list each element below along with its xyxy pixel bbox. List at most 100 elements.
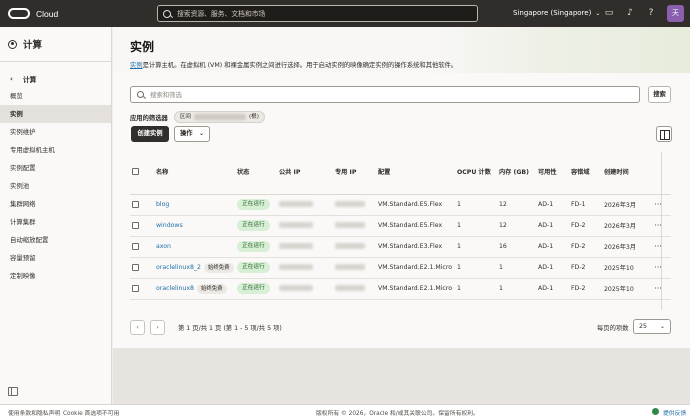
column-header-public-ip[interactable]: 公共 IP: [277, 152, 333, 195]
column-header-actions: [645, 152, 671, 195]
redacted-private-ip: [335, 264, 365, 270]
global-search-input[interactable]: [177, 9, 457, 18]
created-cell: 2026年3月: [602, 215, 645, 237]
sidebar: 计算 ‹ 计算 概览 实例 实例维护 专用虚拟机主机 实例配置 实例池 集群网络…: [0, 27, 112, 404]
select-all-cell: [130, 152, 154, 195]
page-title: 实例: [130, 40, 155, 54]
table-row: blog 正在运行 VM.Standard.E5.Flex 1 12 AD-1 …: [130, 194, 671, 216]
sidebar-item-instance-configurations[interactable]: 实例配置: [0, 159, 111, 177]
redacted-public-ip: [279, 243, 313, 249]
next-page-button[interactable]: ›: [150, 319, 165, 335]
memory-cell: 16: [497, 236, 536, 258]
create-instance-button[interactable]: 创建实例: [131, 126, 169, 142]
divider: [661, 152, 662, 310]
row-checkbox[interactable]: [132, 284, 139, 292]
fault-domain-cell: FD-2: [569, 278, 602, 300]
sidebar-item-custom-images[interactable]: 定制映像: [0, 267, 111, 285]
status-badge: 正在运行: [237, 220, 270, 231]
table-row: axon 正在运行 VM.Standard.E3.Flex 1 16 AD-1 …: [130, 236, 671, 258]
select-all-checkbox[interactable]: [132, 168, 139, 176]
search-filter-input[interactable]: [150, 90, 630, 99]
created-cell: 2026年3月: [602, 194, 645, 216]
instance-name-link[interactable]: axon: [156, 243, 171, 250]
ocpu-cell: 1: [455, 236, 497, 258]
instances-table: 名称 状态 公共 IP 专用 IP 配置 OCPU 计数 内存 (GB) 可用性…: [130, 152, 671, 310]
avatar[interactable]: 天: [667, 5, 684, 22]
column-header-availability[interactable]: 可用性: [536, 152, 569, 195]
sidebar-item-autoscaling[interactable]: 自动缩放配置: [0, 231, 111, 249]
actions-menu-button[interactable]: 操作 ⌄: [174, 126, 210, 142]
sidebar-back-link[interactable]: ‹ 计算: [0, 62, 111, 87]
always-free-tag: 始终免费: [203, 262, 234, 273]
row-actions-icon[interactable]: ···: [645, 257, 671, 279]
redacted-private-ip: [335, 201, 365, 207]
row-actions-icon[interactable]: ···: [645, 236, 671, 258]
row-checkbox[interactable]: [132, 263, 139, 271]
notifications-icon[interactable]: ♪: [624, 7, 636, 19]
brand-name[interactable]: Cloud: [36, 9, 58, 19]
sidebar-item-compute-clusters[interactable]: 计算集群: [0, 213, 111, 231]
terms-link[interactable]: 使用条款和隐私声明: [8, 408, 60, 417]
column-header-memory[interactable]: 内存 (GB): [497, 152, 536, 195]
availability-cell: AD-1: [536, 236, 569, 258]
instance-name-link[interactable]: windows: [156, 222, 183, 229]
created-cell: 2026年3月: [602, 236, 645, 258]
column-header-private-ip[interactable]: 专用 IP: [333, 152, 376, 195]
table-header-row: 名称 状态 公共 IP 专用 IP 配置 OCPU 计数 内存 (GB) 可用性…: [130, 152, 671, 195]
feedback-link[interactable]: 提供反馈: [663, 408, 686, 417]
sidebar-item-instance-maintenance[interactable]: 实例维护: [0, 123, 111, 141]
chevron-down-icon: ⌄: [659, 323, 665, 330]
row-actions-icon[interactable]: ···: [645, 194, 671, 216]
page-description: 实例是计算主机。在虚拟机 (VM) 和裸金属实例之间进行选择。用于启动实例的映像…: [130, 60, 457, 69]
chevron-left-icon: ‹: [10, 74, 13, 83]
row-checkbox[interactable]: [132, 200, 139, 208]
sidebar-item-dedicated-hosts[interactable]: 专用虚拟机主机: [0, 141, 111, 159]
ocpu-cell: 1: [455, 278, 497, 300]
row-actions-icon[interactable]: ···: [645, 215, 671, 237]
instance-name-link[interactable]: oraclelinux8_2: [156, 264, 201, 271]
row-checkbox[interactable]: [132, 221, 139, 229]
column-header-status[interactable]: 状态: [235, 152, 277, 195]
memory-cell: 1: [497, 278, 536, 300]
column-header-fault-domain[interactable]: 容错域: [569, 152, 602, 195]
global-search[interactable]: [157, 5, 478, 22]
sidebar-item-cluster-networks[interactable]: 集群网络: [0, 195, 111, 213]
sidebar-item-capacity-reservations[interactable]: 容量预留: [0, 249, 111, 267]
compartment-filter-chip[interactable]: 区间 (根): [173, 111, 265, 123]
row-actions-icon[interactable]: ···: [645, 278, 671, 300]
column-header-name[interactable]: 名称: [154, 152, 235, 195]
sidebar-item-overview[interactable]: 概览: [0, 87, 111, 105]
pagination-info: 第 1 页/共 1 页 (第 1 - 5 项/共 5 项): [178, 324, 282, 332]
instance-name-link[interactable]: blog: [156, 201, 169, 208]
availability-cell: AD-1: [536, 215, 569, 237]
column-header-shape[interactable]: 配置: [376, 152, 455, 195]
search-filter[interactable]: [130, 86, 640, 103]
row-checkbox[interactable]: [132, 242, 139, 250]
created-cell: 2025年10: [602, 257, 645, 279]
top-bar: Cloud Singapore (Singapore)⌄ ▭ ♪ ? 天: [0, 0, 690, 27]
code-editor-icon[interactable]: ▭: [603, 7, 615, 19]
instances-panel: 实例是计算主机。在虚拟机 (VM) 和裸金属实例之间进行选择。用于启动实例的映像…: [113, 62, 690, 348]
oracle-logo-icon[interactable]: [8, 8, 30, 19]
search-button[interactable]: 搜索: [648, 86, 671, 103]
page-size-value: 25: [639, 323, 648, 330]
prev-page-button[interactable]: ‹: [130, 319, 145, 335]
sidebar-item-instance-pools[interactable]: 实例池: [0, 177, 111, 195]
column-settings-icon[interactable]: [656, 126, 672, 142]
region-selector[interactable]: Singapore (Singapore) ⌄: [513, 9, 600, 17]
collapse-sidebar-icon[interactable]: [8, 387, 18, 396]
instances-doc-link[interactable]: 实例: [130, 62, 143, 69]
footer: 使用条款和隐私声明 Cookie 首选项不可用 版权所有 © 2026，Orac…: [0, 404, 690, 419]
created-cell: 2025年10: [602, 278, 645, 300]
redacted-private-ip: [335, 285, 365, 291]
column-header-created[interactable]: 创建时间: [602, 152, 645, 195]
feedback-icon[interactable]: [652, 408, 659, 415]
sidebar-item-instances[interactable]: 实例: [0, 105, 111, 123]
instance-name-link[interactable]: oraclelinux8: [156, 285, 194, 292]
help-icon[interactable]: ?: [645, 7, 657, 19]
search-icon: [137, 91, 144, 98]
sidebar-title: 计算: [23, 40, 43, 51]
page-size-select[interactable]: 25 ⌄: [633, 319, 671, 334]
availability-cell: AD-1: [536, 278, 569, 300]
column-header-ocpu[interactable]: OCPU 计数: [455, 152, 497, 195]
